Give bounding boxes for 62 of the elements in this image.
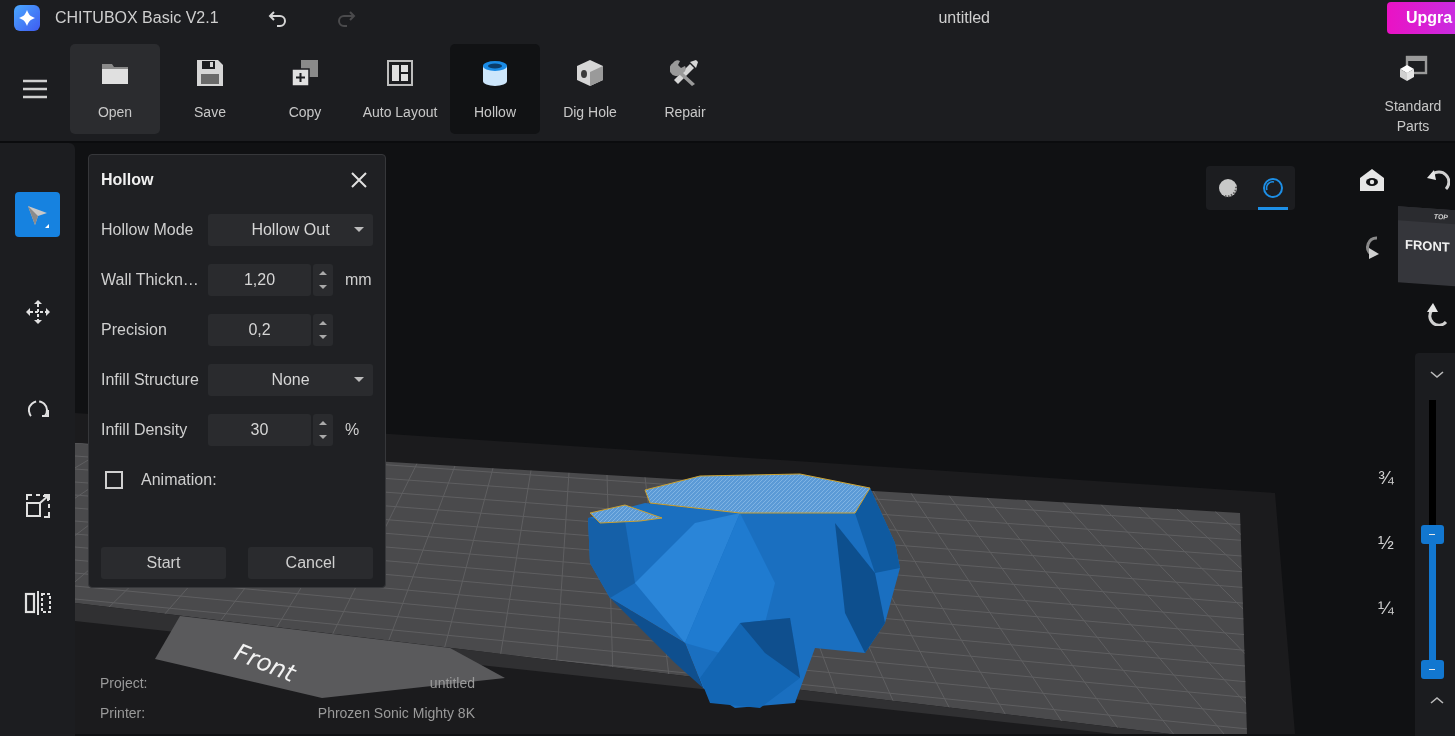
spin-buttons[interactable] <box>313 314 333 346</box>
parts-cube-icon <box>1398 53 1428 84</box>
toolbar-button[interactable]: Hollow <box>450 43 540 134</box>
field-label: Wall Thickn… <box>101 271 200 289</box>
up-down-arrows-icon <box>318 418 328 442</box>
number-field[interactable]: 1,20 <box>208 264 311 296</box>
camera-button[interactable] <box>1359 167 1385 193</box>
document-title: untitled <box>938 9 990 27</box>
number-field[interactable]: 0,2 <box>208 314 311 346</box>
close-icon <box>351 172 367 188</box>
hollow-sphere-icon <box>1261 177 1284 199</box>
dropdown[interactable]: None <box>208 364 373 396</box>
solid-sphere-icon <box>1217 177 1240 199</box>
toolbar-button[interactable]: Open <box>70 43 160 134</box>
toolbar-button[interactable]: Repair <box>640 43 730 134</box>
home-view-icon <box>1359 167 1385 193</box>
close-button[interactable] <box>349 170 369 190</box>
unit-label: % <box>345 421 360 439</box>
field-label: Infill Density <box>101 421 189 439</box>
dialog-title: Hollow <box>101 171 154 189</box>
dropdown[interactable]: Hollow Out <box>208 214 373 246</box>
up-down-arrows-icon <box>318 268 328 292</box>
layout-grid-icon <box>385 57 415 88</box>
layer-mark: ¼ <box>1378 597 1394 618</box>
app-logo-icon <box>14 5 40 31</box>
field-label: Hollow Mode <box>101 221 195 239</box>
info-value: Phrozen Sonic Mighty 8K <box>316 705 475 721</box>
caret-icon <box>354 227 364 233</box>
copy-icon <box>290 57 320 88</box>
slider-thumb[interactable] <box>1420 660 1444 679</box>
field-label: Infill Structure <box>101 371 200 389</box>
slider-thumb[interactable] <box>1420 525 1444 544</box>
layer-mark: ½ <box>1378 532 1394 553</box>
toolbar-button[interactable]: Save <box>165 43 255 134</box>
toolbar-button[interactable]: Copy <box>260 43 350 134</box>
app-name: CHITUBOX Basic V2.1 <box>55 9 219 27</box>
checkbox-label: Animation: <box>141 471 217 489</box>
number-field[interactable]: 30 <box>208 414 311 446</box>
layer-mark: ¾ <box>1378 467 1394 488</box>
info-label: Project: <box>100 675 149 691</box>
undo-button[interactable] <box>266 8 289 28</box>
up-down-arrows-icon <box>318 318 328 342</box>
info-label: Printer: <box>100 705 147 721</box>
upgrade-button[interactable]: Upgra <box>1387 2 1455 34</box>
wrench-screwdriver-icon <box>670 57 700 88</box>
dialog-button[interactable]: Start <box>101 547 226 579</box>
plate-label: Front <box>230 638 300 688</box>
toolbar-button[interactable]: Standard Parts <box>1371 41 1455 140</box>
field-label: Precision <box>101 321 168 339</box>
chevron-up-icon <box>1430 696 1444 704</box>
toolbar-button[interactable]: Auto Layout <box>355 43 445 134</box>
info-value: untitled <box>428 675 475 691</box>
animation-checkbox[interactable] <box>105 471 123 489</box>
spin-buttons[interactable] <box>313 414 333 446</box>
dialog-button[interactable]: Cancel <box>248 547 373 579</box>
unit-label: mm <box>345 271 372 289</box>
cube-face-label: FRONT <box>1405 236 1450 255</box>
toolbar-button[interactable]: Dig Hole <box>545 43 635 134</box>
spin-buttons[interactable] <box>313 264 333 296</box>
caret-icon <box>354 377 364 383</box>
cube-hole-icon <box>575 57 605 88</box>
chevron-down-icon <box>1430 371 1444 379</box>
